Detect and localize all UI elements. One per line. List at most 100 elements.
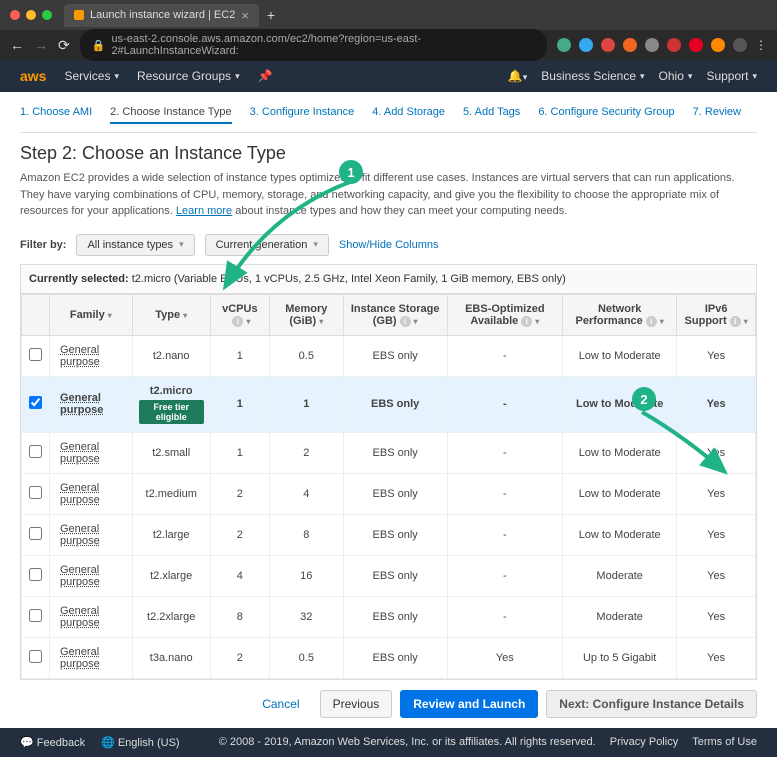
storage-cell: EBS only <box>343 432 447 473</box>
feedback-link[interactable]: 💬 Feedback <box>20 736 85 749</box>
network-cell: Low to Moderate <box>563 473 677 514</box>
ext-icon[interactable] <box>689 38 703 52</box>
ebs-cell: - <box>447 514 562 555</box>
ext-icon[interactable] <box>667 38 681 52</box>
support-menu[interactable]: Support ▾ <box>706 69 757 83</box>
resource-groups-menu[interactable]: Resource Groups ▾ <box>137 69 240 83</box>
ipv6-cell: Yes <box>677 473 756 514</box>
copyright-text: © 2008 - 2019, Amazon Web Services, Inc.… <box>219 736 596 748</box>
next-button[interactable]: Next: Configure Instance Details <box>546 690 757 718</box>
review-launch-button[interactable]: Review and Launch <box>400 690 538 718</box>
aws-logo[interactable]: aws <box>20 68 46 84</box>
filter-generation[interactable]: Current generation ▾ <box>205 234 329 256</box>
reload-icon[interactable]: ⟳ <box>58 37 70 54</box>
ext-icon[interactable] <box>645 38 659 52</box>
filter-instance-types[interactable]: All instance types ▾ <box>76 234 194 256</box>
row-checkbox[interactable] <box>29 650 42 663</box>
back-icon[interactable]: ← <box>10 37 24 54</box>
th-ebs[interactable]: EBS-Optimized Availablei▾ <box>447 294 562 335</box>
ext-icon[interactable] <box>557 38 571 52</box>
bell-icon[interactable]: 🔔▾ <box>508 69 527 83</box>
storage-cell: EBS only <box>343 335 447 376</box>
row-checkbox[interactable] <box>29 609 42 622</box>
row-checkbox[interactable] <box>29 568 42 581</box>
row-checkbox[interactable] <box>29 445 42 458</box>
th-network[interactable]: Network Performancei▾ <box>563 294 677 335</box>
browser-tab[interactable]: Launch instance wizard | EC2 × <box>64 4 259 27</box>
ipv6-cell: Yes <box>677 596 756 637</box>
learn-more-link[interactable]: Learn more <box>176 205 232 217</box>
memory-cell: 0.5 <box>269 335 343 376</box>
th-type[interactable]: Type▾ <box>132 294 210 335</box>
language-selector[interactable]: 🌐 English (US) <box>101 736 180 749</box>
region-menu[interactable]: Ohio ▾ <box>659 69 693 83</box>
row-checkbox[interactable] <box>29 527 42 540</box>
ext-icon[interactable] <box>711 38 725 52</box>
row-checkbox[interactable] <box>29 486 42 499</box>
memory-cell: 32 <box>269 596 343 637</box>
vcpus-cell: 4 <box>210 555 269 596</box>
table-row[interactable]: General purpose t2.microFree tier eligib… <box>22 376 756 432</box>
maximize-window-icon[interactable] <box>42 10 52 20</box>
ipv6-cell: Yes <box>677 637 756 678</box>
network-cell: Moderate <box>563 555 677 596</box>
th-checkbox <box>22 294 50 335</box>
new-tab-button[interactable]: + <box>267 7 275 23</box>
th-family[interactable]: Family▾ <box>50 294 133 335</box>
ext-icon[interactable] <box>601 38 615 52</box>
wizard-step-2[interactable]: 3. Configure Instance <box>250 106 355 124</box>
type-cell: t2.medium <box>132 473 210 514</box>
show-hide-columns-link[interactable]: Show/Hide Columns <box>339 239 439 251</box>
storage-cell: EBS only <box>343 514 447 555</box>
row-checkbox[interactable] <box>29 348 42 361</box>
cancel-button[interactable]: Cancel <box>250 691 311 717</box>
close-tab-icon[interactable]: × <box>241 8 249 23</box>
tab-title: Launch instance wizard | EC2 <box>90 9 235 21</box>
services-menu[interactable]: Services ▾ <box>64 69 119 83</box>
vcpus-cell: 2 <box>210 637 269 678</box>
table-row[interactable]: General purpose t2.medium 2 4 EBS only -… <box>22 473 756 514</box>
table-row[interactable]: General purpose t2.large 2 8 EBS only - … <box>22 514 756 555</box>
currently-selected-bar: Currently selected: t2.micro (Variable E… <box>20 264 757 294</box>
table-row[interactable]: General purpose t2.nano 1 0.5 EBS only -… <box>22 335 756 376</box>
ipv6-cell: Yes <box>677 376 756 432</box>
wizard-step-3[interactable]: 4. Add Storage <box>372 106 445 124</box>
th-ipv6[interactable]: IPv6 Supporti▾ <box>677 294 756 335</box>
th-vcpus[interactable]: vCPUsi▾ <box>210 294 269 335</box>
vcpus-cell: 2 <box>210 514 269 555</box>
privacy-link[interactable]: Privacy Policy <box>610 736 678 748</box>
terms-link[interactable]: Terms of Use <box>692 736 757 748</box>
minimize-window-icon[interactable] <box>26 10 36 20</box>
wizard-step-0[interactable]: 1. Choose AMI <box>20 106 92 124</box>
ebs-cell: - <box>447 335 562 376</box>
wizard-step-1[interactable]: 2. Choose Instance Type <box>110 106 232 124</box>
previous-button[interactable]: Previous <box>320 690 393 718</box>
table-row[interactable]: General purpose t3a.nano 2 0.5 EBS only … <box>22 637 756 678</box>
storage-cell: EBS only <box>343 555 447 596</box>
memory-cell: 8 <box>269 514 343 555</box>
row-checkbox[interactable] <box>29 396 42 409</box>
page-description: Amazon EC2 provides a wide selection of … <box>20 170 757 220</box>
pin-icon[interactable]: 📌 <box>258 69 273 83</box>
forward-icon[interactable]: → <box>34 37 48 54</box>
close-window-icon[interactable] <box>10 10 20 20</box>
table-row[interactable]: General purpose t2.2xlarge 8 32 EBS only… <box>22 596 756 637</box>
ipv6-cell: Yes <box>677 335 756 376</box>
table-row[interactable]: General purpose t2.small 1 2 EBS only - … <box>22 432 756 473</box>
type-cell: t2.microFree tier eligible <box>132 376 210 432</box>
account-menu[interactable]: Business Science ▾ <box>541 69 644 83</box>
avatar-icon[interactable] <box>733 38 747 52</box>
th-storage[interactable]: Instance Storage (GB)i▾ <box>343 294 447 335</box>
menu-icon[interactable]: ⋮ <box>755 38 767 52</box>
ext-icon[interactable] <box>579 38 593 52</box>
wizard-step-4[interactable]: 5. Add Tags <box>463 106 520 124</box>
storage-cell: EBS only <box>343 596 447 637</box>
table-row[interactable]: General purpose t2.xlarge 4 16 EBS only … <box>22 555 756 596</box>
address-bar[interactable]: 🔒 us-east-2.console.aws.amazon.com/ec2/h… <box>80 29 547 61</box>
wizard-step-6[interactable]: 7. Review <box>693 106 741 124</box>
type-cell: t2.small <box>132 432 210 473</box>
aws-header: aws Services ▾ Resource Groups ▾ 📌 🔔▾ Bu… <box>0 60 777 92</box>
ext-icon[interactable] <box>623 38 637 52</box>
wizard-step-5[interactable]: 6. Configure Security Group <box>538 106 674 124</box>
th-memory[interactable]: Memory (GiB)▾ <box>269 294 343 335</box>
